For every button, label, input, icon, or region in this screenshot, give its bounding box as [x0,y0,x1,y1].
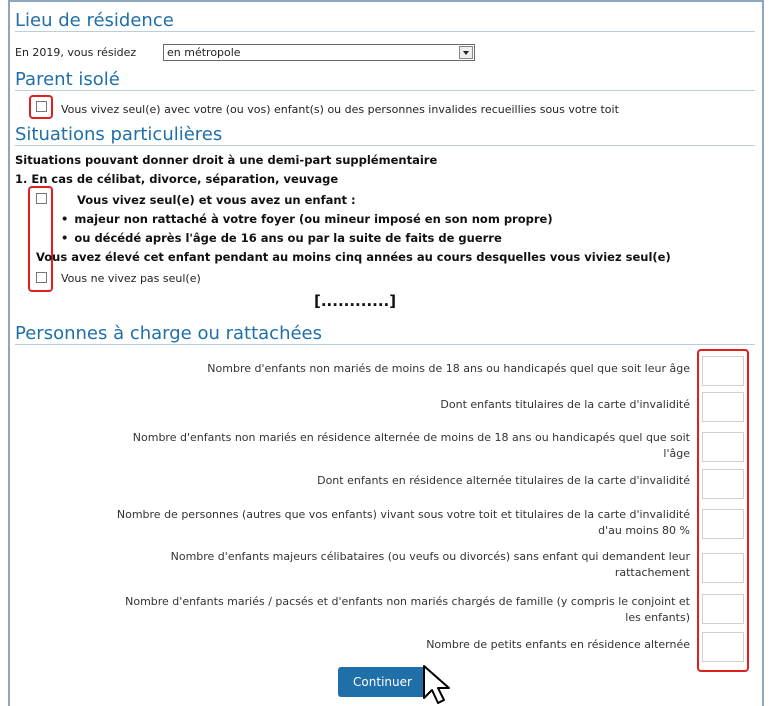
question-label: Nombre d'enfants non mariés de moins de … [207,362,690,375]
count-input[interactable] [702,469,744,499]
question-label: Nombre d'enfants majeurs célibataires (o… [170,550,690,579]
question-label: Nombre de personnes (autres que vos enfa… [116,508,690,537]
residence-label: En 2019, vous résidez [15,46,137,59]
situations-intro: Situations pouvant donner droit à une de… [15,153,438,167]
omission-marker: [............] [314,292,397,310]
question-label: Nombre d'enfants mariés / pacsés et d'en… [125,595,690,624]
count-input[interactable] [702,509,744,539]
vivez-seul-enfant-checkbox[interactable] [36,193,47,204]
section-title-situations: Situations particulières [15,124,755,146]
section-title-parent-isole: Parent isolé [15,69,755,91]
question-label: Dont enfants en résidence alternée titul… [317,474,690,487]
situations-subtitle: 1. En cas de célibat, divorce, séparatio… [15,172,339,186]
chevron-down-icon[interactable] [459,46,473,59]
count-input[interactable] [702,356,744,386]
bullet-item: majeur non rattaché à votre foyer (ou mi… [61,212,552,226]
ne-vivez-pas-seul-checkbox[interactable] [36,272,47,283]
raised-alone-text: Vous avez élevé cet enfant pendant au mo… [36,250,671,264]
mouse-pointer-icon [423,665,450,704]
count-input[interactable] [702,594,744,624]
question-label: Nombre de petits enfants en résidence al… [426,638,690,651]
question-label: Dont enfants titulaires de la carte d'in… [440,398,690,411]
question-label: Nombre d'enfants non mariés en résidence… [132,431,690,460]
parent-isole-label: Vous vivez seul(e) avec votre (ou vos) e… [61,103,619,116]
count-input[interactable] [702,632,744,662]
residence-select[interactable]: en métropole [163,44,475,61]
bullet-item: ou décédé après l'âge de 16 ans ou par l… [61,231,501,245]
residence-select-value: en métropole [167,46,241,59]
count-input[interactable] [702,392,744,422]
ne-vivez-pas-seul-label: Vous ne vivez pas seul(e) [61,272,201,285]
count-input[interactable] [702,432,744,462]
count-input[interactable] [702,553,744,583]
vivez-seul-enfant-label: Vous vivez seul(e) et vous avez un enfan… [77,193,356,207]
continue-button[interactable]: Continuer [338,667,427,697]
section-title-personnes: Personnes à charge ou rattachées [15,323,755,345]
section-title-residence: Lieu de résidence [15,10,755,32]
parent-isole-checkbox[interactable] [36,101,47,112]
